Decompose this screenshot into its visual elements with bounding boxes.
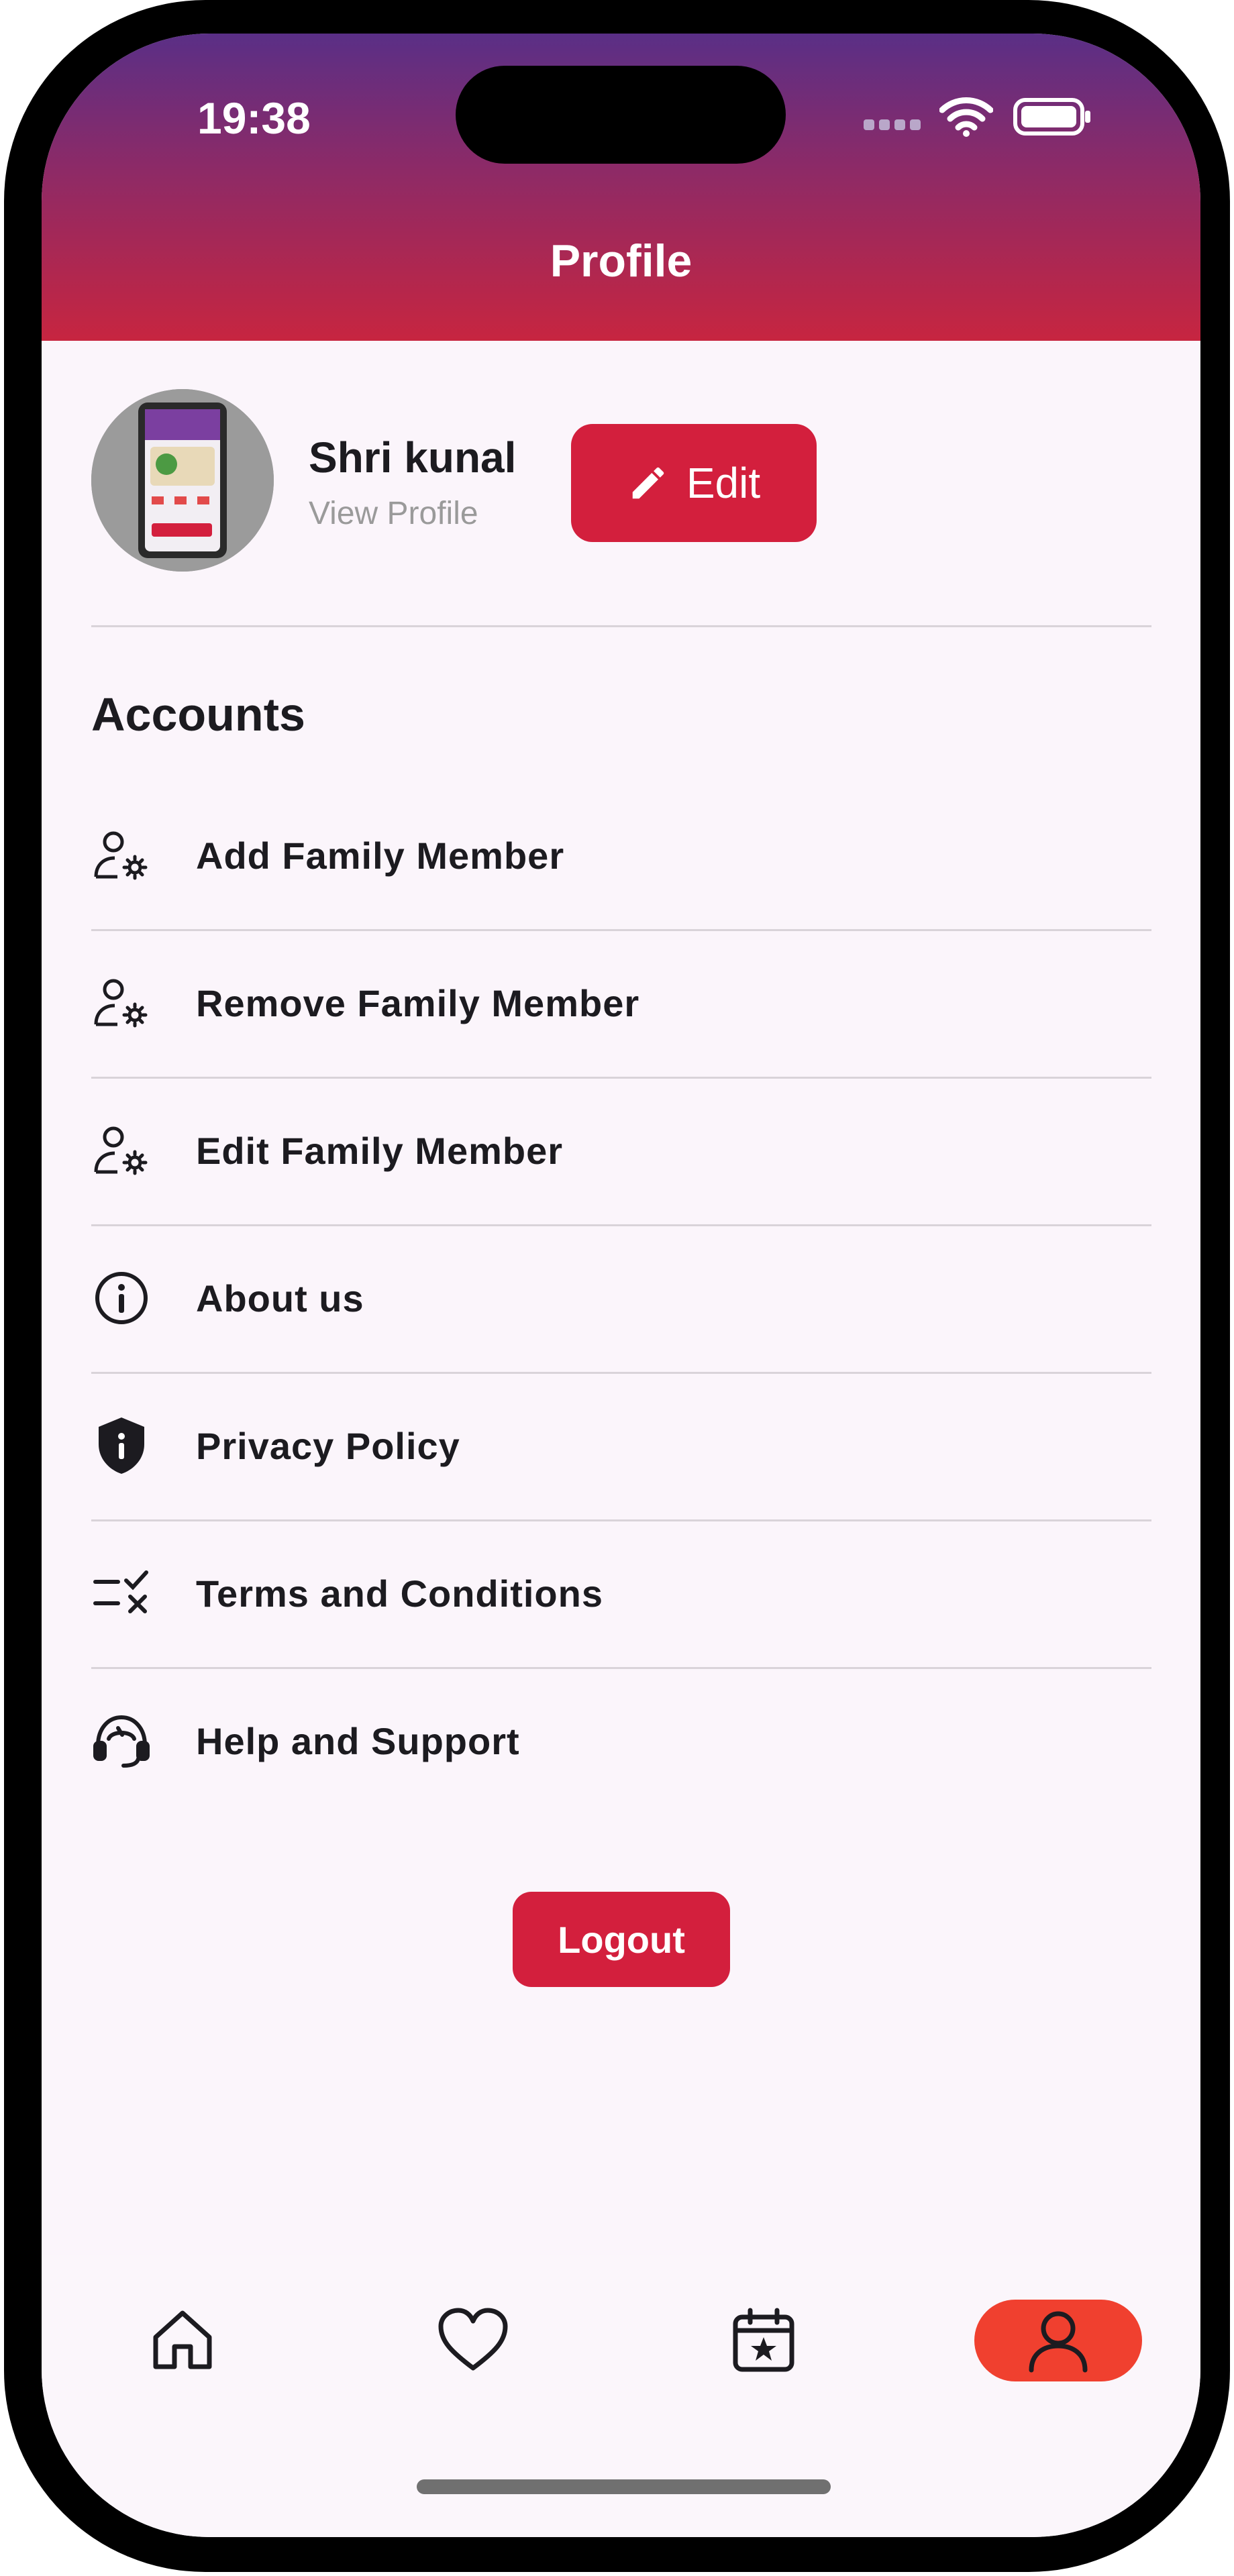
user-gear-icon — [91, 1120, 152, 1181]
headset-icon — [91, 1711, 152, 1771]
view-profile-link[interactable]: View Profile — [309, 495, 478, 532]
menu-item-terms-and-conditions[interactable]: Terms and Conditions — [91, 1529, 1151, 1657]
pencil-icon — [627, 462, 669, 504]
menu-item-label: Help and Support — [196, 1719, 520, 1762]
menu-item-label: Add Family Member — [196, 834, 565, 877]
menu-divider — [91, 1519, 1151, 1521]
info-icon — [91, 1268, 152, 1328]
user-gear-icon — [91, 825, 152, 885]
profile-divider — [91, 625, 1151, 627]
battery-icon — [1013, 98, 1090, 136]
accounts-heading: Accounts — [91, 688, 305, 741]
cellular-signal-icon — [864, 119, 925, 133]
menu-item-label: Privacy Policy — [196, 1424, 460, 1467]
avatar-photo — [91, 389, 274, 572]
checklist-icon — [91, 1563, 152, 1623]
user-icon — [1029, 2311, 1088, 2373]
menu-item-label: Terms and Conditions — [196, 1572, 603, 1615]
phone-frame: 19:38 Profile Shri kunal View Profile Ed… — [4, 0, 1230, 2572]
menu-divider — [91, 1372, 1151, 1374]
profile-avatar[interactable] — [91, 389, 274, 572]
menu-item-privacy-policy[interactable]: Privacy Policy — [91, 1382, 1151, 1509]
menu-divider — [91, 1224, 1151, 1226]
page-title: Profile — [550, 235, 692, 286]
nav-events[interactable] — [723, 2300, 804, 2380]
menu-item-add-family-member[interactable]: Add Family Member — [91, 792, 1151, 919]
user-gear-icon — [91, 973, 152, 1033]
wifi-icon — [939, 97, 993, 137]
nav-profile[interactable] — [974, 2300, 1142, 2381]
nav-home[interactable] — [142, 2300, 223, 2380]
bottom-nav — [42, 2255, 1200, 2537]
edit-button-label: Edit — [686, 459, 761, 507]
logout-button[interactable]: Logout — [513, 1892, 730, 1987]
status-time: 19:38 — [197, 93, 311, 143]
menu-divider — [91, 929, 1151, 931]
profile-name: Shri kunal — [309, 433, 517, 482]
menu-item-remove-family-member[interactable]: Remove Family Member — [91, 939, 1151, 1067]
menu-item-about-us[interactable]: About us — [91, 1234, 1151, 1362]
menu-item-label: Remove Family Member — [196, 981, 640, 1024]
app-header: 19:38 Profile — [42, 34, 1200, 341]
calendar-star-icon — [733, 2308, 794, 2372]
shield-info-icon — [91, 1415, 152, 1476]
home-indicator — [417, 2479, 831, 2494]
menu-item-label: Edit Family Member — [196, 1129, 564, 1172]
nav-favorites[interactable] — [433, 2300, 513, 2380]
menu-item-edit-family-member[interactable]: Edit Family Member — [91, 1087, 1151, 1214]
edit-profile-button[interactable]: Edit — [571, 424, 817, 542]
menu-divider — [91, 1077, 1151, 1079]
dynamic-island — [456, 66, 786, 164]
menu-divider — [91, 1667, 1151, 1669]
heart-icon — [438, 2308, 508, 2371]
menu-item-help-and-support[interactable]: Help and Support — [91, 1677, 1151, 1805]
app-screen: 19:38 Profile Shri kunal View Profile Ed… — [42, 34, 1200, 2537]
menu-item-label: About us — [196, 1277, 364, 1320]
home-icon — [153, 2310, 212, 2369]
